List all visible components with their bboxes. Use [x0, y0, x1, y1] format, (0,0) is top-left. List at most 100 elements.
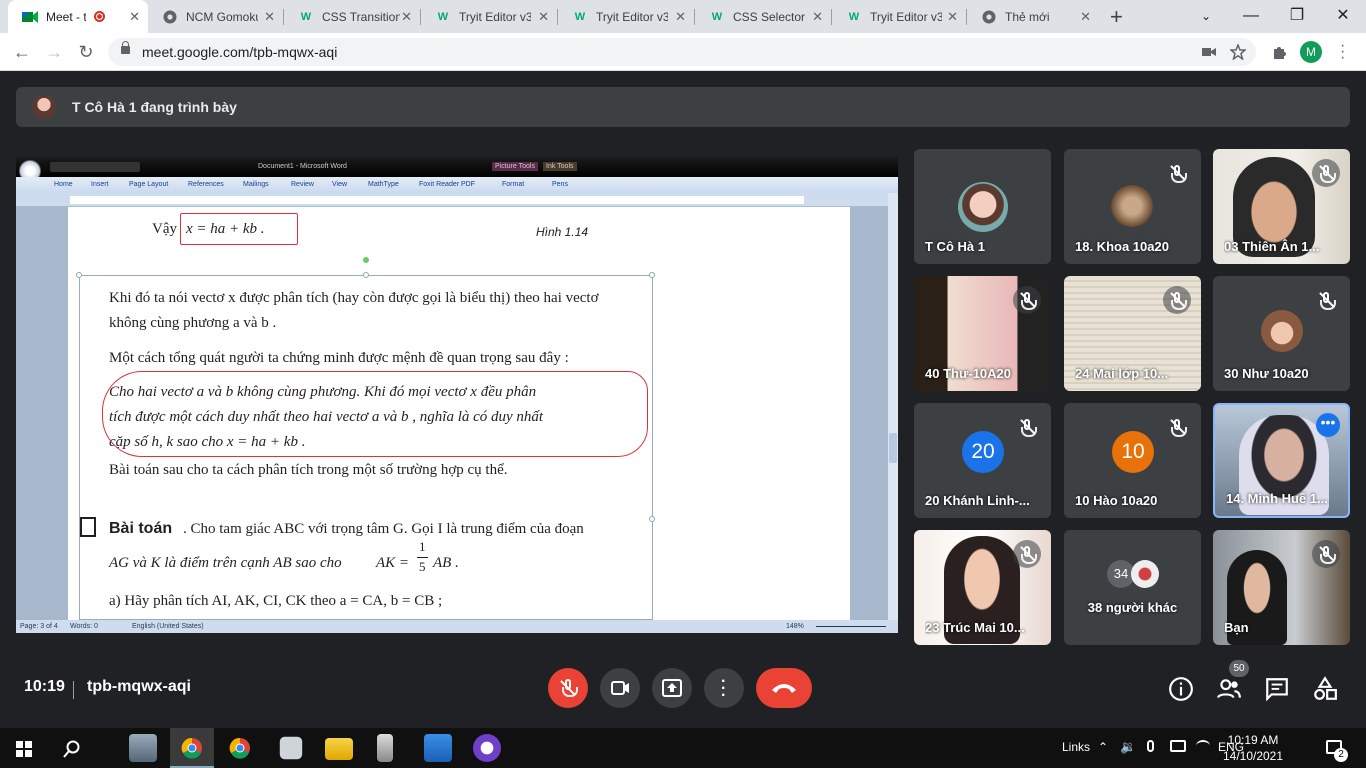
ribbon-tab-insert[interactable]: Insert	[91, 181, 109, 188]
volume-icon[interactable]: 🔉	[1120, 739, 1136, 755]
chevron-up-icon[interactable]: ⌃	[1098, 740, 1108, 754]
tab-tryit-3[interactable]: W Tryit Editor v3 ✕	[832, 0, 966, 33]
tab-meet[interactable]: Meet - tpb ✕	[8, 0, 148, 33]
muted-mic-icon	[1312, 159, 1340, 187]
ribbon-tab-view[interactable]: View	[332, 181, 347, 188]
taskbar-clock[interactable]: 10:19 AM 14/10/2021	[1222, 732, 1284, 764]
camera-icon[interactable]	[1202, 46, 1216, 58]
more-options-button[interactable]: · · ·	[704, 668, 744, 708]
close-tab-icon[interactable]: ✕	[1080, 9, 1091, 25]
tab-tryit-2[interactable]: W Tryit Editor v3 ✕	[558, 0, 694, 33]
people-icon[interactable]	[1216, 676, 1242, 702]
ribbon-tab-format[interactable]: Format	[502, 181, 524, 188]
resize-handle[interactable]	[649, 516, 655, 522]
participant-tile-self[interactable]: Bạn	[1213, 530, 1350, 645]
participant-tile[interactable]: 40 Thư-10A20	[914, 276, 1051, 391]
ribbon-tab-mailings[interactable]: Mailings	[243, 181, 269, 188]
ribbon-tab-references[interactable]: References	[188, 181, 224, 188]
activities-icon[interactable]	[1312, 676, 1338, 702]
extensions-icon[interactable]	[1271, 44, 1287, 60]
zoom-slider[interactable]	[816, 626, 886, 627]
document-page[interactable]: Vậy x = ha + kb . Hình 1.14 Khi đó ta nó…	[68, 207, 850, 620]
close-tab-icon[interactable]: ✕	[264, 9, 275, 25]
participant-tile-others[interactable]: 34 38 người khác	[1064, 530, 1201, 645]
tray-links[interactable]: Links	[1062, 740, 1090, 754]
new-tab-button[interactable]: +	[1110, 4, 1123, 30]
ribbon-tab-foxit[interactable]: Foxit Reader PDF	[419, 181, 475, 188]
wifi-icon[interactable]	[1196, 740, 1210, 752]
participant-name: T Cô Hà 1	[925, 239, 985, 254]
close-tab-icon[interactable]: ✕	[947, 9, 958, 25]
close-tab-icon[interactable]: ✕	[538, 9, 549, 25]
resize-handle[interactable]	[363, 272, 369, 278]
participant-tile[interactable]: 03 Thiên Ân 1...	[1213, 149, 1350, 264]
close-tab-icon[interactable]: ✕	[129, 9, 140, 25]
leave-call-button[interactable]	[756, 668, 812, 708]
chrome-icon[interactable]	[229, 737, 251, 759]
close-tab-icon[interactable]: ✕	[812, 9, 823, 25]
tab-new-tab[interactable]: Thẻ mới ✕	[967, 0, 1099, 33]
back-arrow-icon[interactable]: ←	[10, 40, 34, 64]
forward-arrow-icon[interactable]: →	[42, 40, 66, 64]
menu-dots-icon[interactable]: · · ·	[1340, 38, 1345, 66]
participant-tile[interactable]: 23 Trúc Mai 10...	[914, 530, 1051, 645]
restore-button[interactable]: ❐	[1274, 2, 1320, 30]
taskbar-chrome-active[interactable]	[170, 728, 214, 768]
participant-tile[interactable]: 10 10 Hào 10a20	[1064, 403, 1201, 518]
meeting-info-icon[interactable]	[1168, 676, 1194, 702]
taskbar-app-icon[interactable]	[129, 734, 157, 762]
ribbon-tab-home[interactable]: Home	[54, 181, 73, 188]
tab-title: Thẻ mới	[1005, 9, 1050, 24]
github-icon[interactable]	[473, 734, 501, 762]
participant-tile[interactable]: T Cô Hà 1	[914, 149, 1051, 264]
doc-figure-caption: Hình 1.14	[536, 225, 589, 239]
participant-tile[interactable]: 18. Khoa 10a20	[1064, 149, 1201, 264]
taskbar-app-icon[interactable]	[377, 734, 393, 762]
ribbon-tab-review[interactable]: Review	[291, 181, 314, 188]
resize-handle[interactable]	[76, 272, 82, 278]
url-text: meet.google.com/tpb-mqwx-aqi	[142, 44, 338, 60]
participant-tile-active[interactable]: ••• 14. Minh Huế 1...	[1213, 403, 1350, 518]
quick-access-toolbar[interactable]	[50, 162, 140, 172]
window-close-button[interactable]: ✕	[1320, 2, 1366, 30]
muted-mic-icon	[1312, 286, 1340, 314]
tab-css-transitions[interactable]: W CSS Transitions ✕	[284, 0, 420, 33]
microphone-icon[interactable]	[1147, 740, 1154, 752]
search-icon[interactable]	[63, 740, 81, 758]
more-options-icon[interactable]: •••	[1316, 413, 1340, 437]
document-icon	[80, 517, 96, 537]
camera-toggle-button[interactable]	[600, 668, 640, 708]
minimize-button[interactable]: —	[1228, 2, 1274, 30]
scroll-thumb[interactable]	[889, 433, 897, 463]
participant-name: 14. Minh Huế 1...	[1226, 491, 1328, 506]
vertical-scrollbar[interactable]	[888, 193, 898, 620]
star-icon[interactable]	[1230, 44, 1246, 60]
participant-name: 24 Mai lớp 10...	[1075, 366, 1169, 381]
ribbon-tab-page-layout[interactable]: Page Layout	[129, 181, 168, 188]
profile-avatar[interactable]: M	[1300, 41, 1322, 63]
file-explorer-icon[interactable]	[325, 738, 353, 760]
windows-start-icon[interactable]	[16, 741, 32, 757]
close-tab-icon[interactable]: ✕	[401, 9, 412, 25]
tab-search-icon[interactable]: ⌄	[1183, 2, 1229, 30]
ribbon-tab-mathtype[interactable]: MathType	[368, 181, 399, 188]
participant-tile[interactable]: 24 Mai lớp 10...	[1064, 276, 1201, 391]
resize-handle[interactable]	[649, 272, 655, 278]
tab-tryit-1[interactable]: W Tryit Editor v3 ✕	[421, 0, 557, 33]
reload-icon[interactable]: ↻	[74, 40, 98, 64]
participant-tile[interactable]: 20 20 Khánh Linh-...	[914, 403, 1051, 518]
taskbar-app-icon[interactable]	[279, 736, 303, 760]
photos-icon[interactable]	[424, 734, 452, 762]
mic-toggle-button[interactable]	[548, 668, 588, 708]
ribbon-tab-pens[interactable]: Pens	[552, 181, 568, 188]
rotate-handle[interactable]	[363, 257, 369, 263]
present-button[interactable]	[652, 668, 692, 708]
tab-ncm-gomoku[interactable]: NCM Gomoku ✕	[148, 0, 283, 33]
address-bar[interactable]: meet.google.com/tpb-mqwx-aqi	[108, 38, 1256, 66]
chat-icon[interactable]	[1264, 676, 1290, 702]
close-tab-icon[interactable]: ✕	[675, 9, 686, 25]
network-icon[interactable]	[1170, 740, 1186, 752]
tab-css-selectors[interactable]: W CSS Selectors ✕	[695, 0, 831, 33]
participant-tile[interactable]: 30 Như 10a20	[1213, 276, 1350, 391]
doc-vay: Vậy	[152, 221, 177, 237]
